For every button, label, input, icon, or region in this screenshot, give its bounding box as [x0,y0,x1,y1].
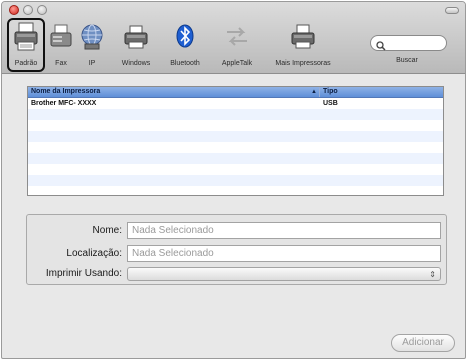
empty-row [28,186,443,195]
toolbar-item-appletalk-label: AppleTalk [221,60,253,67]
search-label: Buscar [396,57,418,64]
chevron-up-down-icon: ⇕ [429,270,436,279]
printer-name-cell: Brother MFC- XXXX [31,100,97,107]
location-label: Localização: [66,248,122,259]
toolbar-toggle-button[interactable] [445,7,459,14]
bluetooth-icon [164,22,206,52]
column-header-type[interactable]: Tipo [320,87,443,97]
print-using-select[interactable]: ⇕ [127,267,441,281]
column-header-type-label: Tipo [323,88,338,95]
toolbar-item-more-printers-label: Mais Impressoras [275,60,331,67]
windows-printer-icon [118,22,154,52]
more-printers-icon [282,22,324,52]
search-icon [376,38,386,56]
print-using-label: Imprimir Usando: [45,268,122,279]
toolbar-item-bluetooth[interactable]: Bluetooth [164,22,206,67]
toolbar-item-more-printers[interactable]: Mais Impressoras [275,22,331,67]
printer-list[interactable]: Nome da Impressora ▲ Tipo Brother MFC- X… [27,86,444,196]
empty-row [28,175,443,186]
close-window-button[interactable] [9,5,19,15]
empty-row [28,109,443,120]
globe-icon [78,22,106,52]
add-printer-window: Padrão Fax IP Windows Bluetooth AppleTal… [1,1,466,359]
name-label: Nome: [92,225,122,236]
table-row[interactable]: Brother MFC- XXXX USB [28,98,443,109]
empty-row [28,164,443,175]
toolbar-item-windows[interactable]: Windows [118,22,154,67]
minimize-window-button[interactable] [23,5,33,15]
toolbar-item-appletalk[interactable]: AppleTalk [214,22,260,67]
toolbar-item-fax[interactable]: Fax [48,22,74,67]
add-button[interactable]: Adicionar [391,334,455,352]
location-field[interactable]: Nada Selecionado [127,245,441,262]
empty-row [28,131,443,142]
empty-row [28,153,443,164]
fax-icon [48,22,74,52]
printer-type-cell: USB [323,100,338,107]
toolbar-item-default[interactable]: Padrão [10,22,42,67]
toolbar-item-ip[interactable]: IP [78,22,106,67]
column-header-printer-name[interactable]: Nome da Impressora ▲ [28,87,320,97]
column-header-printer-name-label: Nome da Impressora [31,88,101,95]
empty-row [28,142,443,153]
appletalk-icon [214,22,260,52]
toolbar-item-fax-label: Fax [55,60,67,67]
sort-ascending-icon: ▲ [311,89,317,95]
toolbar-item-bluetooth-label: Bluetooth [170,60,200,67]
search-input[interactable] [370,35,447,51]
toolbar-item-ip-label: IP [88,60,96,67]
empty-row [28,120,443,131]
name-field[interactable]: Nada Selecionado [127,222,441,239]
zoom-window-button[interactable] [37,5,47,15]
toolbar: Padrão Fax IP Windows Bluetooth AppleTal… [2,2,465,74]
toolbar-item-windows-label: Windows [121,60,151,67]
printer-icon [10,22,42,52]
toolbar-item-default-label: Padrão [14,60,38,67]
list-header: Nome da Impressora ▲ Tipo [28,87,443,98]
